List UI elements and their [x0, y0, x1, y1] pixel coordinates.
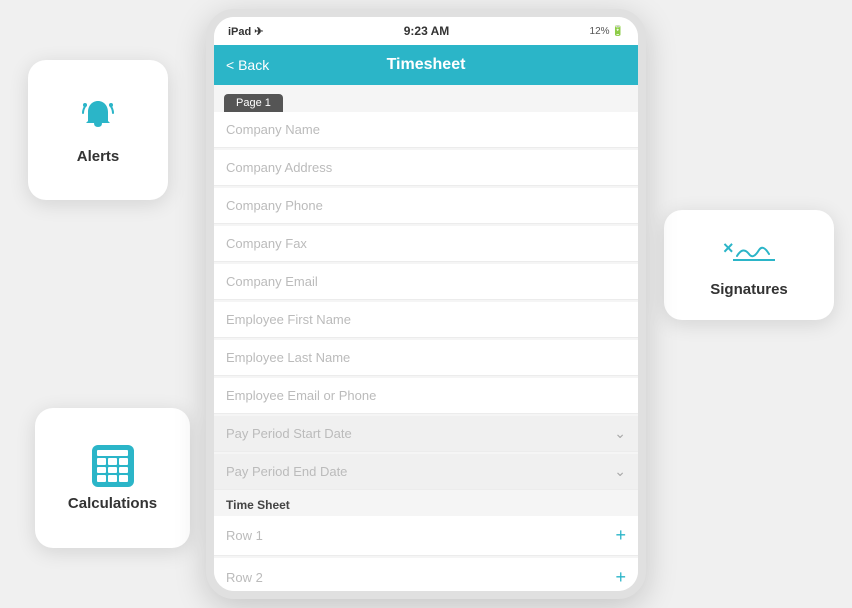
field-employee-first-name[interactable]: Employee First Name [214, 302, 638, 338]
alerts-label: Alerts [77, 148, 120, 165]
signatures-label: Signatures [710, 281, 788, 298]
svg-text:×: × [723, 238, 734, 258]
tablet-frame: iPad ✈ 9:23 AM 12% 🔋 < Back Timesheet Pa… [206, 9, 646, 599]
time-sheet-section-label: Time Sheet [214, 492, 638, 516]
field-pay-period-start[interactable]: Pay Period Start Date ⌄ [214, 416, 638, 452]
status-right: 12% 🔋 [590, 26, 624, 37]
calculator-icon [92, 445, 134, 487]
timesheet-row[interactable]: Row 1 + [214, 516, 638, 556]
chevron-down-icon: ⌄ [614, 425, 626, 442]
nav-title: Timesheet [387, 56, 466, 74]
calculations-label: Calculations [68, 495, 157, 512]
page-tab-bar: Page 1 [214, 85, 638, 112]
field-pay-period-end[interactable]: Pay Period End Date ⌄ [214, 454, 638, 490]
page-tab[interactable]: Page 1 [224, 94, 283, 112]
status-time: 9:23 AM [404, 24, 450, 38]
field-employee-last-name[interactable]: Employee Last Name [214, 340, 638, 376]
status-bar: iPad ✈ 9:23 AM 12% 🔋 [214, 17, 638, 45]
back-button[interactable]: < Back [226, 57, 269, 73]
form-content: Company Name Company Address Company Pho… [214, 112, 638, 591]
field-company-fax[interactable]: Company Fax [214, 226, 638, 262]
bell-icon [78, 95, 118, 140]
field-company-email[interactable]: Company Email [214, 264, 638, 300]
timesheet-row[interactable]: Row 2 + [214, 558, 638, 591]
add-row-2-button[interactable]: + [615, 567, 626, 588]
field-employee-email-phone[interactable]: Employee Email or Phone [214, 378, 638, 414]
calculations-card[interactable]: Calculations [35, 408, 190, 548]
field-company-address[interactable]: Company Address [214, 150, 638, 186]
field-company-name[interactable]: Company Name [214, 112, 638, 148]
alerts-card[interactable]: Alerts [28, 60, 168, 200]
add-row-1-button[interactable]: + [615, 525, 626, 546]
signature-icon: × [721, 232, 777, 273]
chevron-down-icon: ⌄ [614, 463, 626, 480]
status-left: iPad ✈ [228, 25, 264, 38]
field-company-phone[interactable]: Company Phone [214, 188, 638, 224]
nav-bar: < Back Timesheet [214, 45, 638, 85]
signatures-card[interactable]: × Signatures [664, 210, 834, 320]
